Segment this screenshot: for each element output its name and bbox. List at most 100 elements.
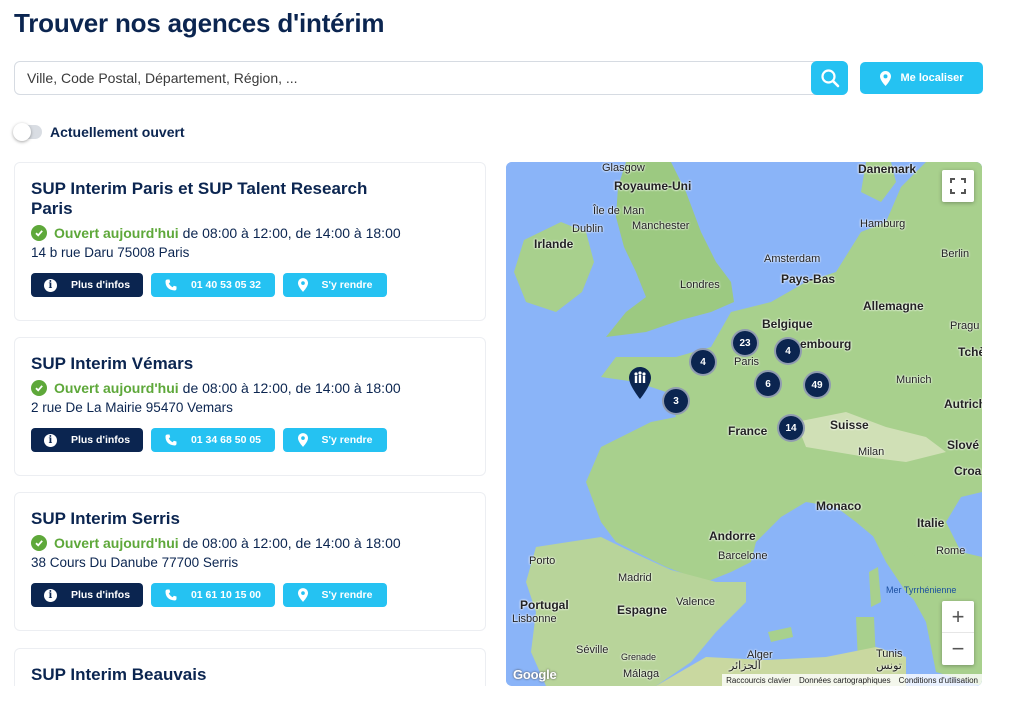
directions-button[interactable]: S'y rendre: [283, 273, 387, 297]
map-label-country: Italie: [917, 516, 945, 530]
map-cluster[interactable]: 4: [774, 337, 802, 365]
terms-link[interactable]: Conditions d'utilisation: [899, 676, 978, 685]
google-logo-text: Google: [513, 667, 557, 682]
fullscreen-icon: [950, 178, 966, 194]
map-label-city: Milan: [858, 446, 885, 458]
map-label-city: Málaga: [623, 668, 660, 680]
map-label-city: Pragu: [950, 320, 980, 332]
directions-button[interactable]: S'y rendre: [283, 428, 387, 452]
more-info-button[interactable]: i Plus d'infos: [31, 273, 143, 297]
phone-number: 01 40 53 05 32: [190, 279, 262, 291]
map-cluster[interactable]: 14: [777, 414, 805, 442]
search-button[interactable]: [811, 61, 848, 95]
zoom-controls: + −: [942, 601, 974, 665]
map-label-city: Glasgow: [602, 162, 645, 174]
zoom-in-button[interactable]: +: [942, 601, 974, 633]
directions-button[interactable]: S'y rendre: [283, 583, 387, 607]
zoom-out-button[interactable]: −: [942, 633, 974, 665]
phone-button[interactable]: 01 40 53 05 32: [151, 273, 275, 297]
map-cluster[interactable]: 4: [689, 348, 717, 376]
map-label-country: Andorre: [709, 529, 756, 543]
phone-button[interactable]: 01 61 10 15 00: [151, 583, 275, 607]
phone-icon: [165, 589, 177, 601]
agency-card: SUP Interim Paris et SUP Talent Research…: [14, 162, 486, 321]
opening-hours: de 08:00 à 12:00, de 14:00 à 18:00: [182, 225, 401, 241]
map-label-city: Londres: [680, 279, 720, 291]
more-info-label: Plus d'infos: [70, 589, 131, 601]
opening-hours: de 08:00 à 12:00, de 14:00 à 18:00: [182, 535, 401, 551]
map-label-city: Grenade: [621, 652, 657, 662]
map-label-country: Royaume-Uni: [614, 179, 692, 193]
search-box[interactable]: [14, 61, 848, 95]
map-label-country: Autriche: [944, 397, 982, 411]
map-label-city: Rome: [936, 545, 966, 557]
map-label-city: Valence: [676, 596, 715, 608]
map-data-link[interactable]: Données cartographiques: [799, 676, 891, 685]
agency-card: SUP Interim Serris Ouvert aujourd'hui de…: [14, 492, 486, 631]
check-circle-icon: [31, 225, 47, 241]
map-label-country: Pays-Bas: [781, 272, 836, 286]
location-pin-icon: [879, 70, 891, 86]
location-pin-icon: [297, 433, 308, 447]
locate-me-label: Me localiser: [900, 72, 964, 84]
map-label-city: Porto: [529, 555, 556, 567]
phone-button[interactable]: 01 34 68 50 05: [151, 428, 275, 452]
open-status-text: Ouvert aujourd'hui: [54, 535, 179, 551]
map-cluster[interactable]: 49: [803, 371, 831, 399]
check-circle-icon: [31, 380, 47, 396]
map-label-city: Hamburg: [860, 218, 906, 230]
agency-status: Ouvert aujourd'hui de 08:00 à 12:00, de …: [31, 225, 469, 241]
map-label-country: Irlande: [534, 237, 574, 251]
map-cluster[interactable]: 3: [662, 387, 690, 415]
map-label-country: France: [728, 424, 768, 438]
agency-list[interactable]: SUP Interim Paris et SUP Talent Research…: [14, 162, 486, 686]
map-label-city: Paris: [734, 356, 760, 368]
agency-actions: i Plus d'infos 01 34 68 50 05 S'y rendre: [31, 428, 469, 452]
map-label-city: Lisbonne: [512, 613, 557, 625]
map-label-country: Croa: [954, 464, 982, 478]
search-input[interactable]: [27, 62, 807, 94]
agency-address: 38 Cours Du Danube 77700 Serris: [31, 555, 239, 570]
map-label-city: تونس: [876, 660, 902, 672]
agency-card: SUP Interim Beauvais: [14, 648, 486, 686]
search-icon: [820, 69, 839, 88]
fullscreen-button[interactable]: [942, 170, 974, 202]
more-info-label: Plus d'infos: [70, 434, 131, 446]
directions-label: S'y rendre: [321, 279, 373, 291]
keyboard-shortcuts-link[interactable]: Raccourcis clavier: [726, 676, 791, 685]
map-label-city: Barcelone: [718, 550, 768, 562]
phone-number: 01 34 68 50 05: [190, 434, 262, 446]
map-label-country: Portugal: [520, 598, 569, 612]
map-label-city: Manchester: [632, 220, 690, 232]
directions-label: S'y rendre: [321, 589, 373, 601]
toggle-knob: [13, 123, 31, 141]
agency-address: 2 rue De La Mairie 95470 Vemars: [31, 400, 233, 415]
map-label-sea: Mer Tyrrhénienne: [886, 585, 957, 595]
locate-me-button[interactable]: Me localiser: [860, 62, 983, 94]
agency-map[interactable]: Glasgow Royaume-Uni Île de Man Dublin Ir…: [506, 162, 982, 686]
map-label-city: Séville: [576, 644, 609, 656]
map-label-city: Madrid: [618, 572, 652, 584]
map-cluster[interactable]: 23: [731, 329, 759, 357]
map-label-country: Tchè: [958, 345, 982, 359]
map-label-region: Île de Man: [593, 205, 645, 217]
phone-icon: [165, 434, 177, 446]
agency-status: Ouvert aujourd'hui de 08:00 à 12:00, de …: [31, 535, 469, 551]
map-label-city: Berlin: [941, 248, 970, 260]
map-label-country: Monaco: [816, 499, 862, 513]
more-info-button[interactable]: i Plus d'infos: [31, 583, 143, 607]
location-pin-icon: [297, 588, 308, 602]
open-now-label: Actuellement ouvert: [50, 124, 185, 140]
map-cluster[interactable]: 6: [754, 370, 782, 398]
agency-address: 14 b rue Daru 75008 Paris: [31, 245, 190, 260]
open-status-text: Ouvert aujourd'hui: [54, 380, 179, 396]
map-label-country: Slové: [947, 438, 980, 452]
page-title: Trouver nos agences d'intérim: [14, 8, 385, 38]
agency-marker-icon[interactable]: [629, 367, 651, 399]
map-label-country: Suisse: [830, 418, 869, 432]
google-logo: Google: [513, 667, 557, 682]
map-label-country: Allemagne: [863, 299, 924, 313]
open-now-toggle[interactable]: [13, 123, 42, 141]
more-info-button[interactable]: i Plus d'infos: [31, 428, 143, 452]
agency-name: SUP Interim Vémars: [31, 354, 194, 373]
